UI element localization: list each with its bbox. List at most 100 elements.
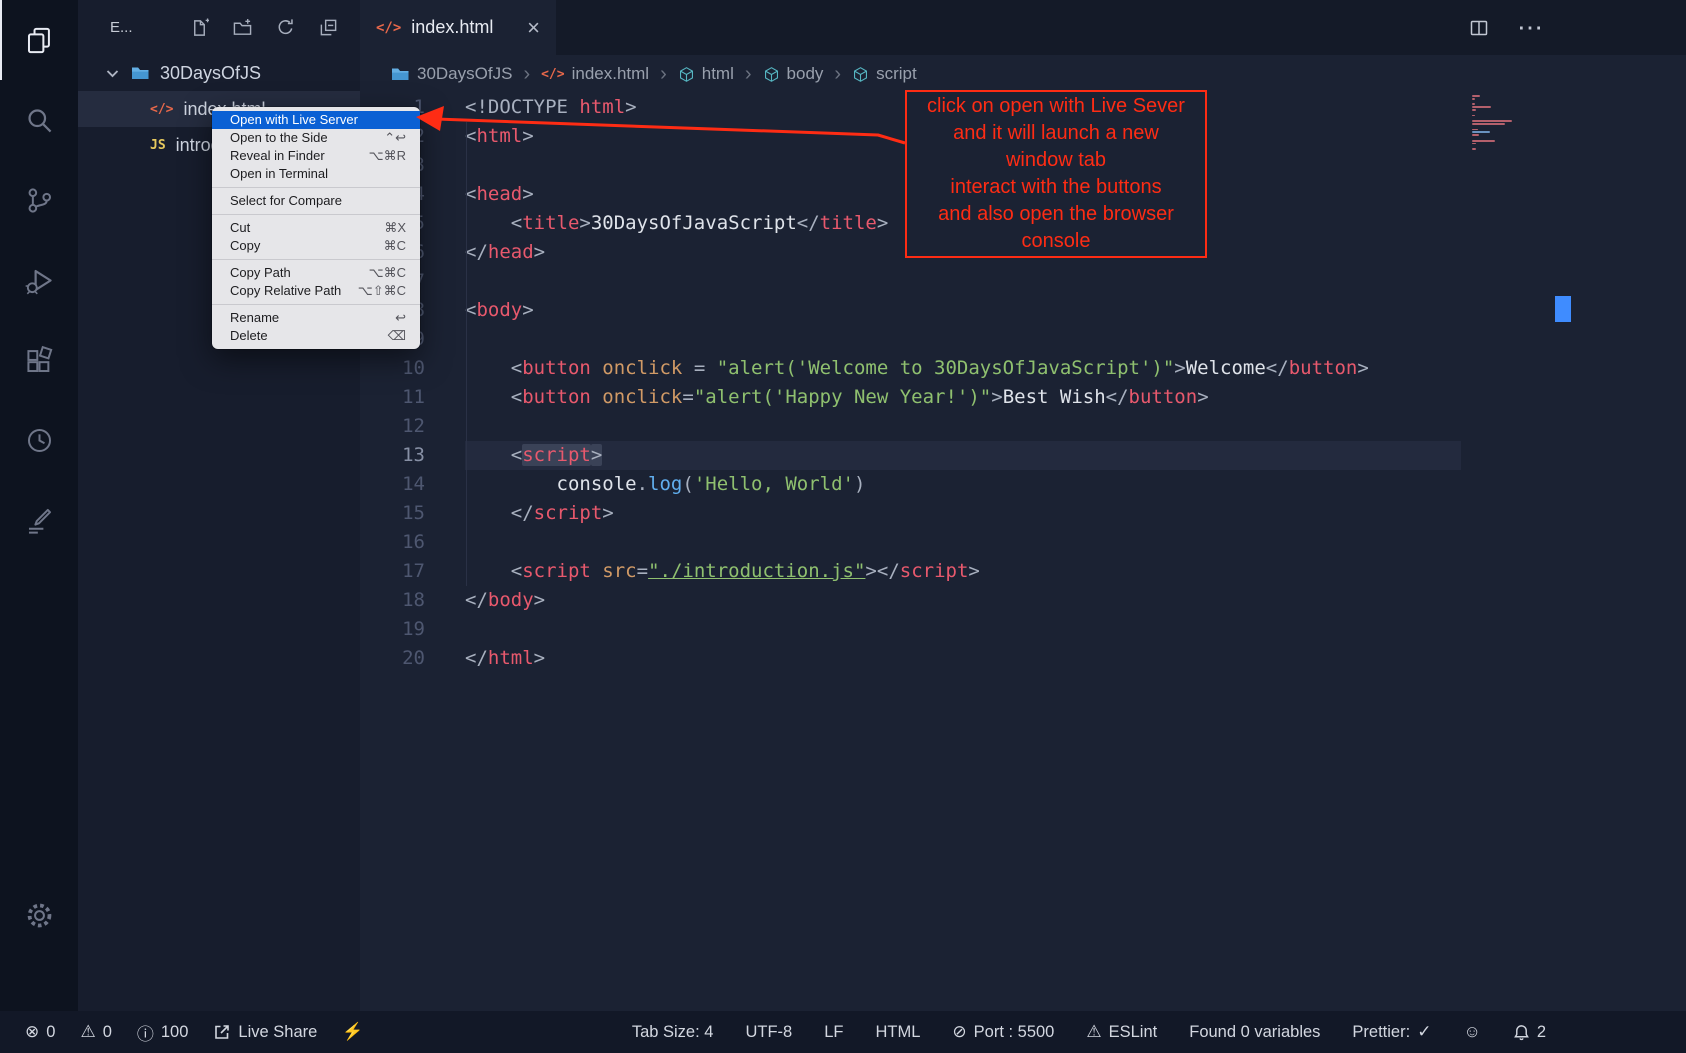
code-line-content[interactable]: console.log('Hello, World') [465, 470, 1461, 499]
code-line-content[interactable]: <script> [465, 441, 1461, 470]
activity-run-debug-button[interactable] [0, 240, 78, 320]
code-line-content[interactable]: <button onclick="alert('Happy New Year!'… [465, 383, 1461, 412]
menu-item-copy[interactable]: Copy⌘C [212, 237, 420, 255]
refresh-button[interactable] [276, 18, 295, 37]
explorer-header: E... [78, 0, 360, 55]
activity-history-button[interactable] [0, 400, 78, 480]
annotation-box: click on open with Live Severand it will… [905, 90, 1207, 258]
code-line: 11 <button onclick="alert('Happy New Yea… [360, 383, 1686, 412]
menu-separator [212, 259, 420, 260]
line-number: 16 [360, 528, 465, 557]
activity-source-control-button[interactable] [0, 160, 78, 240]
status-port[interactable]: ⊘Port : 5500 [952, 1022, 1054, 1042]
code-line-content[interactable]: </html> [465, 644, 1461, 673]
activity-feedback-button[interactable] [0, 480, 78, 560]
code-line-content[interactable] [465, 412, 1461, 441]
menu-item-select-for-compare[interactable]: Select for Compare [212, 192, 420, 210]
activity-search-button[interactable] [0, 80, 78, 160]
folder-icon [390, 64, 410, 84]
status-bell[interactable]: 2 [1513, 1023, 1546, 1042]
code-line: 17 <script src="./introduction.js"></scr… [360, 557, 1686, 586]
extensions-icon [24, 345, 55, 376]
code-line-content[interactable]: <script src="./introduction.js"></script… [465, 557, 1461, 586]
menu-item-copy-relative-path[interactable]: Copy Relative Path⌥⇧⌘C [212, 282, 420, 300]
search-icon [24, 105, 55, 136]
split-editor-icon[interactable] [1469, 18, 1489, 38]
new-file-button[interactable] [190, 18, 209, 37]
breadcrumb-item-index-html[interactable]: </>index.html [541, 64, 649, 84]
line-number: 17 [360, 557, 465, 586]
code-line: 8<body> [360, 296, 1686, 325]
tab-index-html[interactable]: </> index.html × [360, 0, 556, 55]
info-circle-icon: ⓘ [137, 1020, 154, 1045]
activity-explorer-button[interactable] [0, 0, 78, 80]
run-debug-icon [24, 265, 55, 296]
status-found-0-variables[interactable]: Found 0 variables [1189, 1023, 1320, 1042]
status-warning-triangle[interactable]: ⚠ESLint [1086, 1022, 1157, 1042]
activity-extensions-button[interactable] [0, 320, 78, 400]
code-line-content[interactable]: <button onclick = "alert('Welcome to 30D… [465, 354, 1461, 383]
status-warning[interactable]: ⚠0 [80, 1022, 111, 1042]
smiley-icon: ☺ [1463, 1022, 1480, 1042]
status-prettier[interactable]: Prettier:✓ [1352, 1022, 1431, 1042]
tab-bar: </> index.html × ⋯ [360, 0, 1686, 55]
menu-separator [212, 187, 420, 188]
breadcrumb: 30DaysOfJS›</>index.html›html›body›scrip… [360, 55, 1686, 93]
menu-item-open-to-the-side[interactable]: Open to the Side⌃↩ [212, 129, 420, 147]
chevron-down-icon [105, 66, 120, 81]
menu-item-delete[interactable]: Delete⌫ [212, 327, 420, 345]
folder-icon [130, 63, 150, 83]
activity-settings-button[interactable] [0, 875, 78, 955]
status-bar: ⊗0 ⚠0 ⓘ100 Live Share ⚡ Tab Size: 4 UTF-8 LF HT… [0, 1011, 1686, 1053]
code-line-content[interactable]: </body> [465, 586, 1461, 615]
menu-item-reveal-in-finder[interactable]: Reveal in Finder⌥⌘R [212, 147, 420, 165]
code-line: 14 console.log('Hello, World') [360, 470, 1686, 499]
status-bolt[interactable]: ⚡ [342, 1022, 363, 1042]
settings-icon [24, 900, 55, 931]
chevron-right-icon: › [832, 63, 843, 86]
breadcrumb-item-30daysofjs[interactable]: 30DaysOfJS [390, 64, 512, 84]
code-line-content[interactable] [465, 267, 1461, 296]
code-line: 20</html> [360, 644, 1686, 673]
status-live-share[interactable]: Live Share [213, 1023, 317, 1042]
source-control-icon [24, 185, 55, 216]
status-tab-size-4[interactable]: Tab Size: 4 [632, 1023, 714, 1042]
status-error-circle[interactable]: ⊗0 [25, 1022, 55, 1042]
menu-item-open-in-terminal[interactable]: Open in Terminal [212, 165, 420, 183]
line-number: 10 [360, 354, 465, 383]
code-line-content[interactable]: </script> [465, 499, 1461, 528]
line-number: 14 [360, 470, 465, 499]
status-html[interactable]: HTML [875, 1023, 920, 1042]
folder-name: 30DaysOfJS [160, 63, 261, 84]
menu-item-rename[interactable]: Rename↩ [212, 309, 420, 327]
line-number: 12 [360, 412, 465, 441]
menu-item-copy-path[interactable]: Copy Path⌥⌘C [212, 264, 420, 282]
close-tab-icon[interactable]: × [527, 17, 540, 39]
code-line: 9 [360, 325, 1686, 354]
breadcrumb-item-html[interactable]: html [678, 64, 734, 84]
code-line-content[interactable] [465, 615, 1461, 644]
refresh-icon [276, 18, 295, 37]
breadcrumb-item-body[interactable]: body [763, 64, 824, 84]
menu-item-open-with-live-server[interactable]: Open with Live Server [212, 111, 420, 129]
line-number: 19 [360, 615, 465, 644]
code-line-content[interactable] [465, 325, 1461, 354]
status-utf-8[interactable]: UTF-8 [745, 1023, 792, 1042]
bell-icon [1513, 1024, 1530, 1041]
code-line-content[interactable] [465, 528, 1461, 557]
breadcrumb-item-script[interactable]: script [852, 64, 917, 84]
more-actions-icon[interactable]: ⋯ [1517, 12, 1544, 43]
minimap[interactable] [1472, 95, 1556, 151]
new-folder-button[interactable] [233, 18, 252, 37]
status-lf[interactable]: LF [824, 1023, 843, 1042]
line-number: 18 [360, 586, 465, 615]
check-icon: ✓ [1417, 1022, 1431, 1042]
status-info-circle[interactable]: ⓘ100 [137, 1020, 189, 1045]
status-smiley[interactable]: ☺ [1463, 1022, 1480, 1042]
tree-folder-30daysofjs[interactable]: 30DaysOfJS [78, 55, 360, 91]
history-icon [24, 425, 55, 456]
code-line-content[interactable]: <body> [465, 296, 1461, 325]
code-line: 15 </script> [360, 499, 1686, 528]
collapse-all-button[interactable] [319, 18, 338, 37]
menu-item-cut[interactable]: Cut⌘X [212, 219, 420, 237]
